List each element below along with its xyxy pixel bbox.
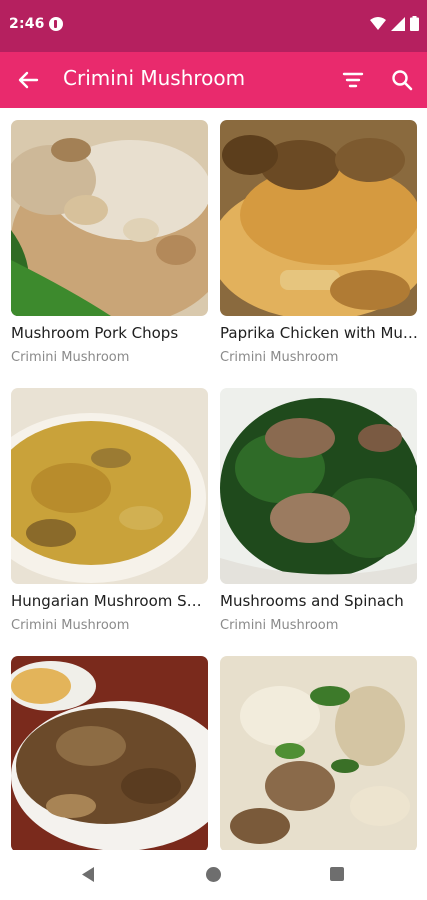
recipe-category: Crimini Mushroom [11,618,130,633]
recipe-image [11,388,208,584]
notification-icon [49,17,63,31]
recipe-category: Crimini Mushroom [220,350,339,365]
recipe-title: Hungarian Mushroom Soup [11,592,209,610]
recipe-category: Crimini Mushroom [220,618,339,633]
recipe-grid: Mushroom Pork Chops Crimini Mushroom Pap… [0,108,427,850]
status-time: 2:46 [9,16,45,32]
app-bar: Crimini Mushroom [0,52,427,108]
battery-icon [410,16,419,31]
recipe-card[interactable]: Hungarian Mushroom Soup Crimini Mushroom [11,388,209,648]
page-title: Crimini Mushroom [63,66,246,90]
filter-icon [342,72,364,88]
recipe-card[interactable]: Mushrooms and Spinach Crimini Mushroom [220,388,418,648]
recipe-image [220,120,417,316]
recipe-category: Crimini Mushroom [11,350,130,365]
back-triangle-icon[interactable] [80,866,96,883]
recipe-title: Paprika Chicken with Mushrooms [220,324,418,342]
recipe-image [220,656,417,850]
signal-icon [391,16,405,31]
recipe-image [220,388,417,584]
search-icon [392,70,413,91]
back-button[interactable] [14,66,42,94]
recipe-card[interactable]: Paprika Chicken with Mushrooms Crimini M… [220,120,418,380]
recipe-card[interactable] [11,656,209,850]
back-arrow-icon [18,71,39,89]
recipe-image [11,656,208,850]
recipe-image [11,120,208,316]
search-button[interactable] [389,67,415,93]
recipe-card[interactable]: Mushroom Pork Chops Crimini Mushroom [11,120,209,380]
filter-button[interactable] [340,67,366,93]
wifi-icon [370,16,386,30]
recipe-title: Mushroom Pork Chops [11,324,179,342]
status-bar: 2:46 [0,0,427,52]
recents-square-icon[interactable] [330,867,344,881]
recipe-title: Mushrooms and Spinach [220,592,404,610]
system-nav-bar [0,850,427,900]
home-circle-icon[interactable] [206,867,221,882]
recipe-card[interactable] [220,656,418,850]
status-icons [370,16,419,31]
